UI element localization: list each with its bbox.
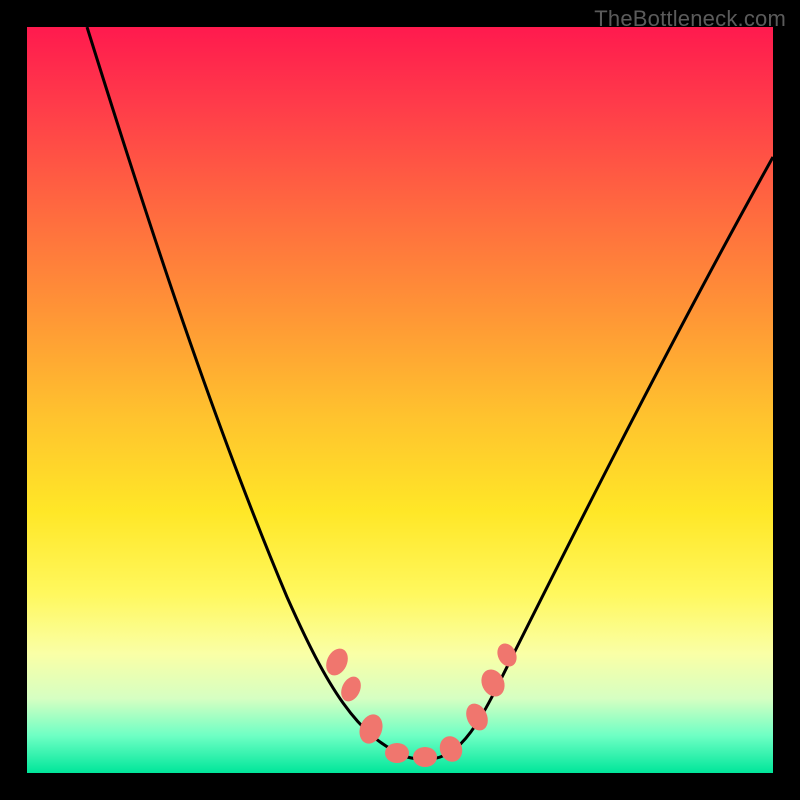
marker-group xyxy=(322,640,520,767)
watermark-text: TheBottleneck.com xyxy=(594,6,786,32)
marker-node xyxy=(385,743,409,763)
marker-node xyxy=(436,733,466,765)
curve-layer xyxy=(27,27,773,773)
plot-area xyxy=(27,27,773,773)
bottleneck-curve xyxy=(87,27,773,759)
marker-node xyxy=(413,747,437,767)
chart-frame: TheBottleneck.com xyxy=(0,0,800,800)
marker-node xyxy=(494,640,520,669)
